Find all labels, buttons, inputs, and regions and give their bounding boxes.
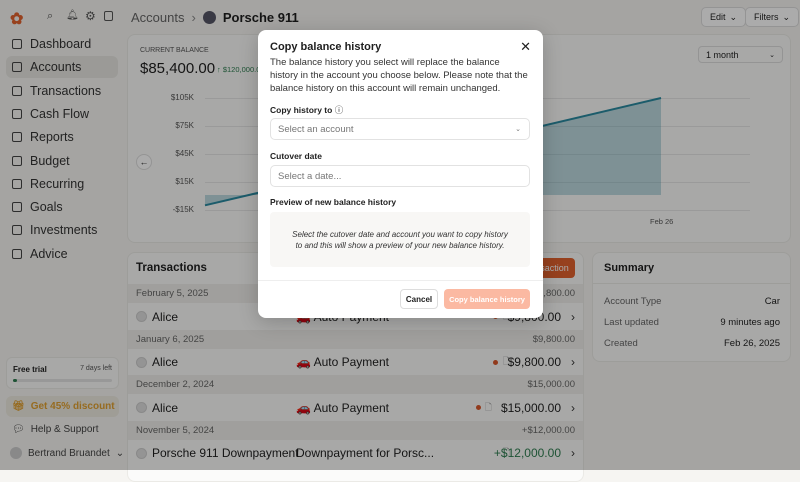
preview-label: Preview of new balance history [270, 197, 397, 207]
preview-text: Select the cutover date and account you … [292, 229, 508, 250]
copy-to-label: Copy history to ⓘ [270, 104, 343, 116]
date-placeholder: Select a date... [278, 170, 342, 182]
chevron-down-icon: ⌄ [515, 126, 521, 133]
preview-area: Select the cutover date and account you … [270, 212, 530, 267]
cutover-label: Cutover date [270, 151, 322, 161]
copy-balance-history-button[interactable]: Copy balance history [444, 289, 530, 309]
account-select[interactable]: Select an account ⌄ [270, 118, 530, 140]
info-icon[interactable]: ⓘ [335, 105, 344, 115]
copy-to-label-text: Copy history to [270, 105, 333, 115]
account-placeholder: Select an account [278, 123, 354, 135]
close-icon[interactable]: ✕ [520, 39, 531, 55]
cutover-date-input[interactable]: Select a date... [270, 165, 530, 187]
dialog-title: Copy balance history [270, 41, 382, 53]
divider [258, 280, 543, 281]
dialog-description: The balance history you select will repl… [270, 57, 528, 94]
copy-balance-history-dialog: Copy balance history ✕ The balance histo… [258, 30, 543, 318]
cancel-button[interactable]: Cancel [400, 289, 438, 309]
